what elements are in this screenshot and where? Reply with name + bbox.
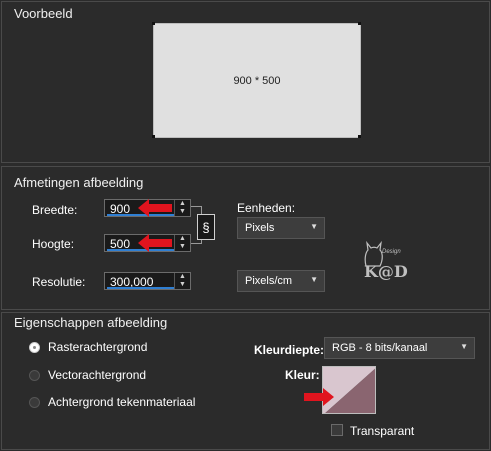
radio-button[interactable] xyxy=(29,341,40,353)
color-label: Kleur: xyxy=(285,368,320,382)
chevron-down-icon: ▼ xyxy=(460,342,468,351)
preview-title: Voorbeeld xyxy=(14,6,73,21)
resolution-stepper[interactable]: ▲ ▼ xyxy=(174,273,190,289)
red-arrow-icon xyxy=(138,199,172,217)
material-background-label: Achtergrond tekenmateriaal xyxy=(48,395,196,409)
raster-background-option[interactable]: Rasterachtergrond xyxy=(29,340,147,354)
preview-size-text: 900 * 500 xyxy=(233,74,281,87)
preview-canvas: 900 * 500 xyxy=(153,23,361,138)
color-depth-label: Kleurdiepte: xyxy=(254,343,325,357)
chevron-down-icon: ▼ xyxy=(310,275,318,284)
dimensions-title: Afmetingen afbeelding xyxy=(14,175,144,190)
transparent-checkbox[interactable] xyxy=(331,424,343,436)
resolution-spinbox[interactable]: 300,000 ▲ ▼ xyxy=(104,272,191,290)
resolution-units-value: Pixels/cm xyxy=(245,275,293,287)
properties-title: Eigenschappen afbeelding xyxy=(14,315,168,330)
resolution-label: Resolutie: xyxy=(32,275,86,289)
width-label: Breedte: xyxy=(32,203,78,217)
preview-handle[interactable] xyxy=(152,135,155,138)
radio-button[interactable] xyxy=(29,396,40,408)
vector-background-label: Vectorachtergrond xyxy=(48,368,147,382)
resolution-units-dropdown[interactable]: Pixels/cm ▼ xyxy=(237,270,325,292)
red-arrow-icon xyxy=(304,388,334,406)
color-depth-dropdown[interactable]: RGB - 8 bits/kanaal ▼ xyxy=(324,337,475,359)
raster-background-label: Rasterachtergrond xyxy=(48,340,148,354)
chevron-down-icon[interactable]: ▼ xyxy=(175,208,190,216)
width-stepper[interactable]: ▲ ▼ xyxy=(174,200,190,216)
preview-handle[interactable] xyxy=(152,22,155,25)
height-label: Hoogte: xyxy=(32,237,75,251)
transparent-label[interactable]: Transparant xyxy=(350,424,414,438)
units-dropdown[interactable]: Pixels ▼ xyxy=(237,217,325,239)
vector-background-option[interactable]: Vectorachtergrond xyxy=(29,368,146,382)
watermark-text: K@D xyxy=(364,262,408,281)
color-depth-value: RGB - 8 bits/kanaal xyxy=(332,342,428,354)
chevron-down-icon: ▼ xyxy=(310,222,318,231)
material-background-option[interactable]: Achtergrond tekenmateriaal xyxy=(29,395,195,409)
radio-button[interactable] xyxy=(29,369,40,381)
link-aspect-button[interactable]: § xyxy=(197,214,215,240)
resolution-accent-bar xyxy=(107,287,174,289)
chevron-up-icon[interactable]: ▲ xyxy=(175,235,190,243)
height-stepper[interactable]: ▲ ▼ xyxy=(174,235,190,251)
chevron-up-icon[interactable]: ▲ xyxy=(175,273,190,281)
preview-handle[interactable] xyxy=(358,22,361,25)
link-chain-icon: § xyxy=(202,219,210,235)
chevron-down-icon[interactable]: ▼ xyxy=(175,243,190,251)
red-arrow-icon xyxy=(138,234,172,252)
chevron-down-icon[interactable]: ▼ xyxy=(175,281,190,289)
preview-handle[interactable] xyxy=(358,135,361,138)
chevron-up-icon[interactable]: ▲ xyxy=(175,200,190,208)
watermark-small-text: Design xyxy=(382,249,401,255)
units-label: Eenheden: xyxy=(237,201,296,215)
units-value: Pixels xyxy=(245,222,275,234)
